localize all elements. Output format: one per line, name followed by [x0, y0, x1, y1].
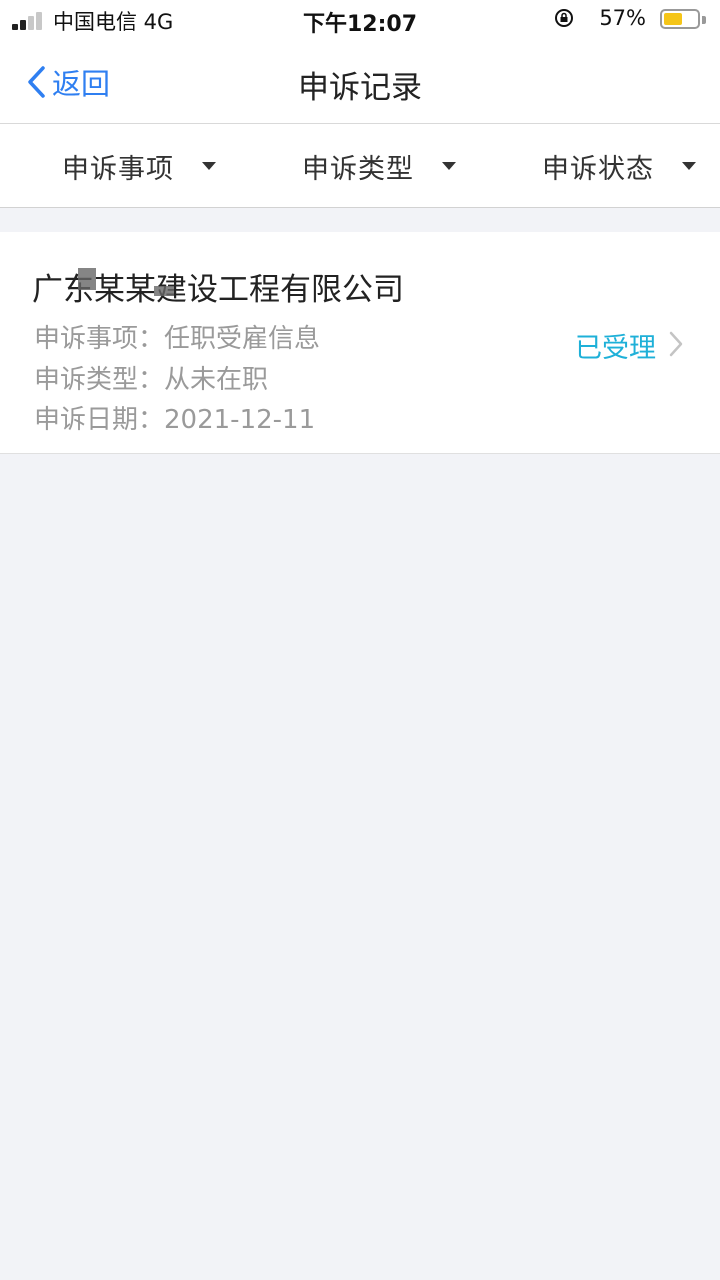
record-date-row: 申诉日期：2021-12-11: [34, 399, 315, 436]
date-label: 申诉日期：: [34, 405, 165, 435]
record-type-row: 申诉类型：从未在职: [34, 359, 268, 396]
status-badge: 已受理: [575, 333, 656, 364]
nav-bar: 返回 申诉记录: [0, 40, 720, 124]
status-right: 57%: [548, 6, 708, 34]
caret-down-icon: [202, 162, 216, 170]
redaction-mark: [78, 268, 96, 290]
battery-icon: [660, 9, 700, 29]
matter-value: 任职受雇信息: [164, 324, 321, 354]
battery-percent: 57%: [599, 6, 646, 30]
chevron-right-icon: [669, 331, 683, 357]
filter-matter[interactable]: 申诉事项: [62, 146, 216, 186]
matter-label: 申诉事项：: [34, 324, 165, 354]
filter-bar: 申诉事项 申诉类型 申诉状态: [0, 124, 720, 208]
type-label: 申诉类型：: [34, 365, 165, 395]
filter-status-label: 申诉状态: [542, 153, 654, 185]
filter-type[interactable]: 申诉类型: [302, 146, 456, 186]
record-item[interactable]: 广东某某建设工程有限公司 申诉事项：任职受雇信息 申诉类型：从未在职 申诉日期：…: [0, 232, 720, 454]
caret-down-icon: [442, 162, 456, 170]
rotation-lock-icon: [555, 9, 573, 27]
screen: 中国电信 4G 下午12:07 57% 返回 申诉记录 申诉事项 申诉类型 申诉…: [0, 0, 720, 1280]
date-value: 2021-12-11: [164, 405, 316, 435]
filter-matter-label: 申诉事项: [62, 153, 174, 185]
filter-status[interactable]: 申诉状态: [542, 146, 696, 186]
battery-tip: [702, 16, 706, 24]
page-title: 申诉记录: [298, 70, 422, 106]
record-matter-row: 申诉事项：任职受雇信息: [34, 318, 320, 355]
type-value: 从未在职: [164, 365, 269, 395]
filter-type-label: 申诉类型: [302, 153, 414, 185]
battery-fill: [664, 13, 682, 25]
caret-down-icon: [682, 162, 696, 170]
status-bar: 中国电信 4G 下午12:07 57%: [0, 0, 720, 40]
redaction-mark: [154, 286, 174, 296]
